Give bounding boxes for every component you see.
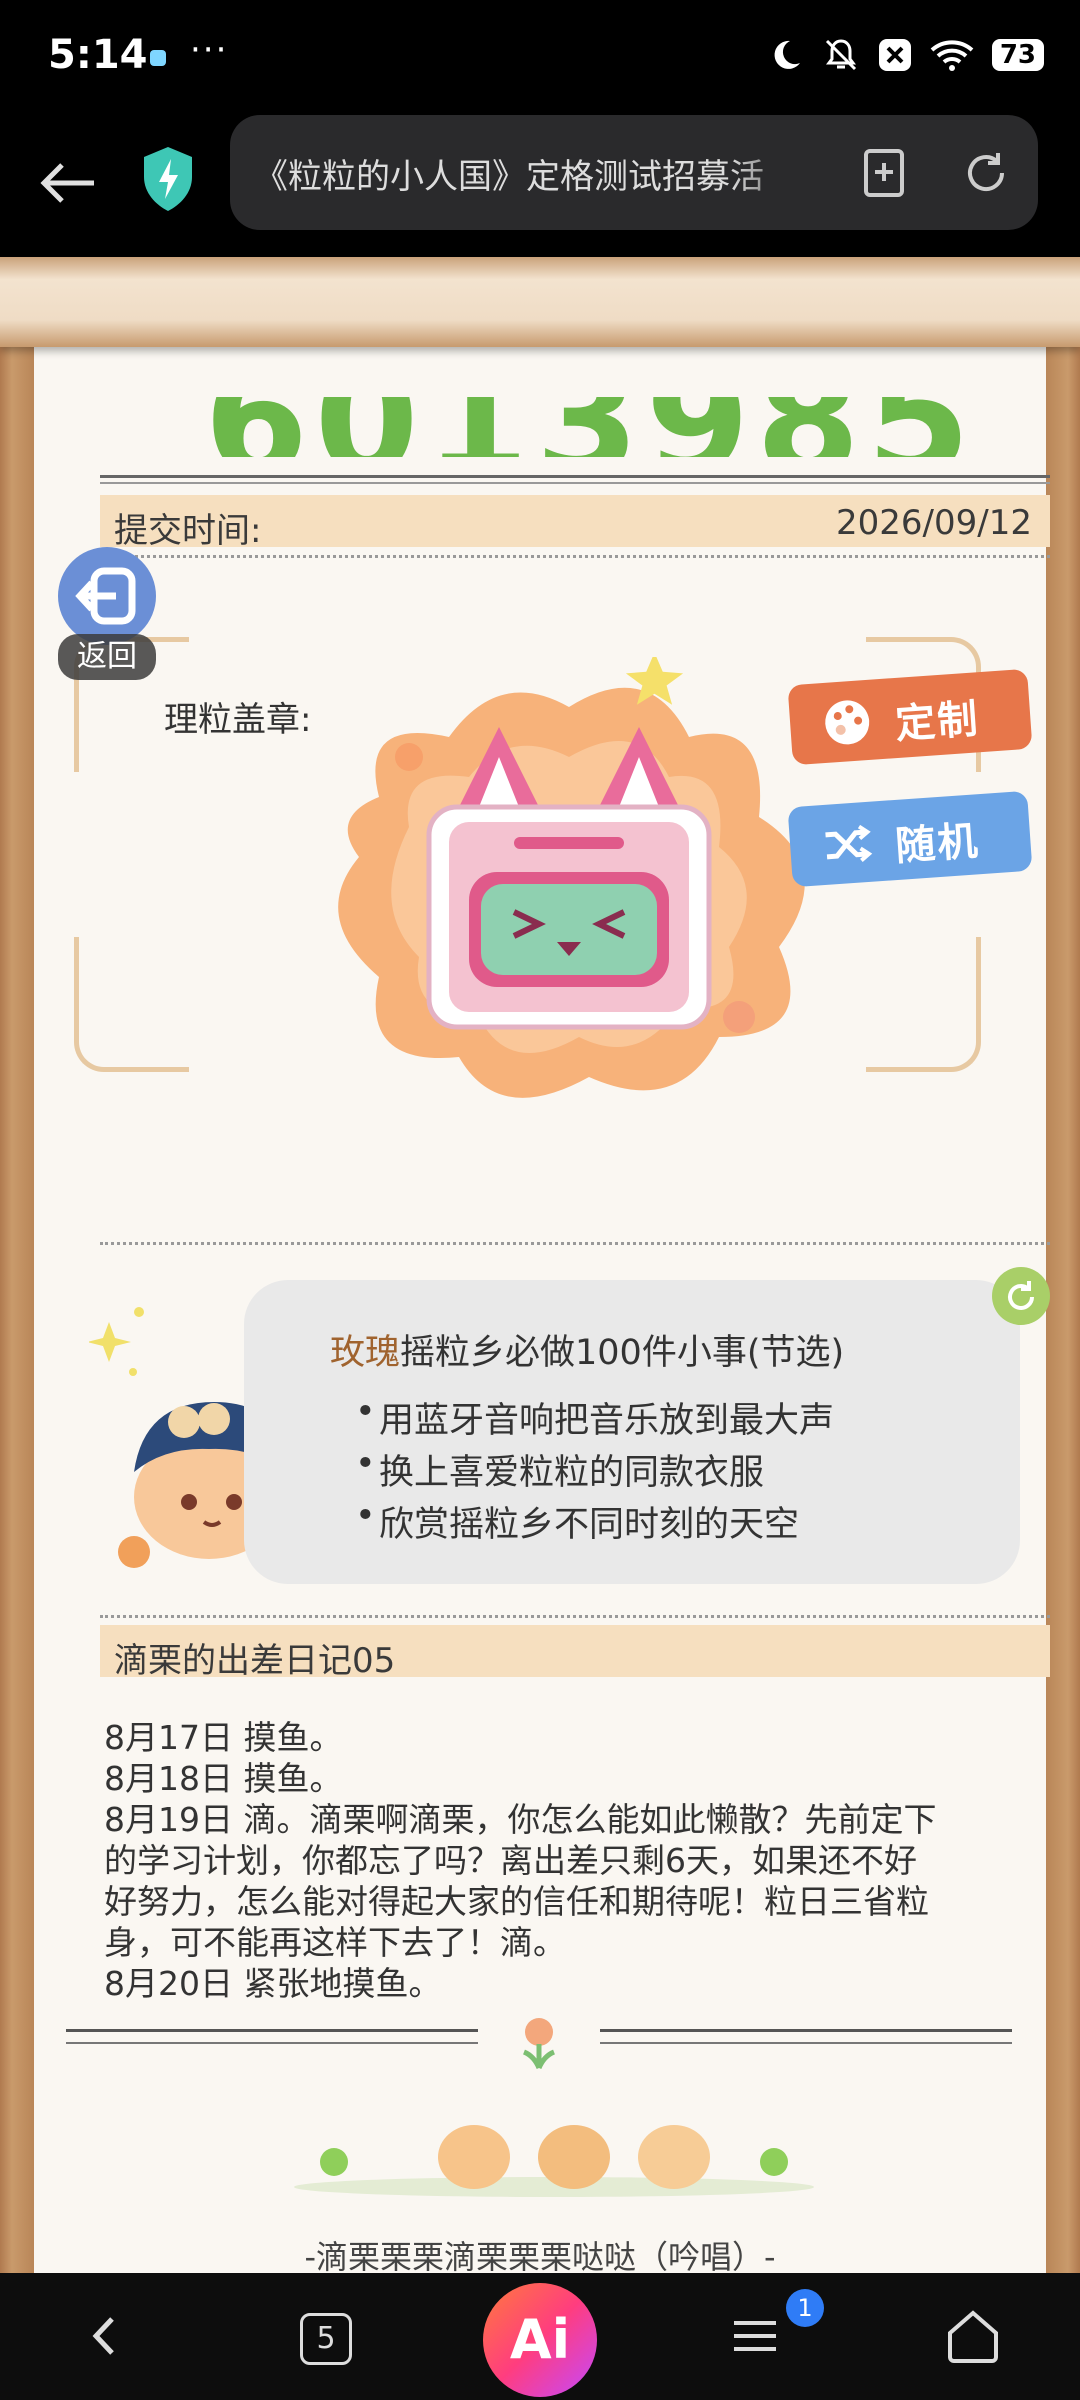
exit-arrow-icon (75, 567, 136, 625)
todo-item: 欣赏摇粒乡不同时刻的天空 (355, 1496, 799, 1547)
tab-switcher-button[interactable]: 5 (300, 2313, 352, 2365)
home-icon[interactable] (938, 2301, 1008, 2371)
dotted-divider (100, 1242, 1050, 1245)
bun-characters-image (294, 2125, 814, 2197)
wifi-icon (930, 40, 974, 71)
flower-ornament-icon (522, 2018, 556, 2070)
todo-card: 玫瑰摇粒乡必做100件小事(节选) 用蓝牙音响把音乐放到最大声 换上喜爱粒粒的同… (244, 1280, 1020, 1584)
dotted-divider (100, 555, 1050, 558)
todo-item: 换上喜爱粒粒的同款衣服 (355, 1444, 764, 1495)
diary-line: 8月17日 摸鱼。 (104, 1718, 343, 1757)
url-text[interactable]: 《粒粒的小人国》定格测试招募活 (254, 149, 814, 198)
close-box-icon (878, 39, 911, 71)
diary-entries: 8月17日 摸鱼。 8月18日 摸鱼。 8月19日 滴。滴栗啊滴栗，你怎么能如此… (104, 1717, 1004, 2004)
nav-back-icon[interactable] (70, 2301, 140, 2371)
customize-button[interactable]: 定制 (787, 668, 1033, 766)
frame-corner (866, 937, 981, 1072)
security-shield-icon[interactable] (140, 145, 196, 213)
dotted-divider (100, 1615, 1050, 1618)
submit-time-label: 提交时间: (114, 511, 262, 551)
back-arrow-icon[interactable] (36, 151, 100, 215)
submit-time-band: 提交时间: 2026/09/12 (100, 495, 1050, 551)
frame-corner (74, 937, 189, 1072)
shuffle-icon (825, 824, 873, 862)
address-bar[interactable]: 《粒粒的小人国》定格测试招募活 (230, 115, 1038, 230)
browser-toolbar: 《粒粒的小人国》定格测试招募活 (0, 115, 1080, 257)
diary-line: 身，可不能再这样下去了！滴。 (104, 1923, 566, 1962)
palette-icon (825, 700, 870, 745)
sparkle-icon (89, 1307, 144, 1376)
diary-title: 滴栗的出差日记05 (114, 1641, 396, 1681)
ticket-number-container: 60139852 (164, 397, 964, 457)
todo-item: 用蓝牙音响把音乐放到最大声 (355, 1392, 834, 1443)
wooden-shelf (0, 257, 1080, 347)
footer-divider (66, 2029, 478, 2044)
certificate-paper: 60139852 提交时间: 2026/09/12 理粒盖章: (34, 347, 1050, 2273)
ai-assistant-button[interactable]: Ai (483, 2283, 597, 2397)
diary-line: 的学习计划，你都忘了吗？离出差只剩6天，如果还不好 (104, 1841, 917, 1880)
diary-line: 8月19日 滴。滴栗啊滴栗，你怎么能如此懒散？先前定下 (104, 1800, 937, 1839)
todo-title-text: 摇粒乡必做100件小事(节选) (400, 1333, 845, 1373)
bottom-navigation-bar: 5 Ai 1 (0, 2273, 1080, 2400)
more-notifications-icon: ··· (190, 30, 229, 70)
moon-icon (774, 40, 800, 69)
submit-time-value: 2026/09/12 (836, 503, 1032, 543)
battery-level: 73 (991, 39, 1044, 71)
mute-bell-icon (825, 39, 856, 71)
todo-title-prefix: 玫瑰 (330, 1333, 401, 1373)
diary-line: 8月18日 摸鱼。 (104, 1759, 343, 1798)
web-page: 60139852 提交时间: 2026/09/12 理粒盖章: (0, 257, 1080, 2273)
customize-label: 定制 (893, 696, 981, 748)
app-notification-icon (150, 50, 166, 66)
reload-icon[interactable] (958, 145, 1014, 201)
diary-title-band: 滴栗的出差日记05 (100, 1625, 1050, 1681)
status-time: 5:14 (48, 32, 148, 78)
ticket-number: 60139852 (204, 397, 964, 457)
footer-divider (600, 2029, 1012, 2044)
diary-line: 8月20日 紧张地摸鱼。 (104, 1964, 442, 2003)
diary-line: 好努力，怎么能对得起大家的信任和期待呢！粒日三省粒 (104, 1882, 929, 1921)
cat-tv-stamp-image (338, 657, 805, 1098)
song-lyric: -滴栗栗栗滴栗栗栗哒哒（吟唱）- (304, 2238, 776, 2273)
floating-back-label[interactable]: 返回 (58, 634, 156, 680)
random-button[interactable]: 随机 (787, 790, 1033, 888)
stamp-label: 理粒盖章: (164, 700, 312, 740)
refresh-todo-button[interactable] (992, 1267, 1050, 1325)
menu-icon[interactable] (720, 2301, 790, 2371)
menu-notification-badge: 1 (786, 2289, 824, 2327)
refresh-icon (1008, 1281, 1034, 1310)
floating-back-button[interactable] (58, 547, 156, 645)
bookmark-add-icon[interactable] (856, 145, 912, 201)
divider (100, 475, 1050, 484)
status-bar: 5:14 ··· 73 (0, 0, 1080, 115)
todo-title: 玫瑰摇粒乡必做100件小事(节选) (330, 1324, 844, 1375)
random-label: 随机 (893, 818, 981, 870)
